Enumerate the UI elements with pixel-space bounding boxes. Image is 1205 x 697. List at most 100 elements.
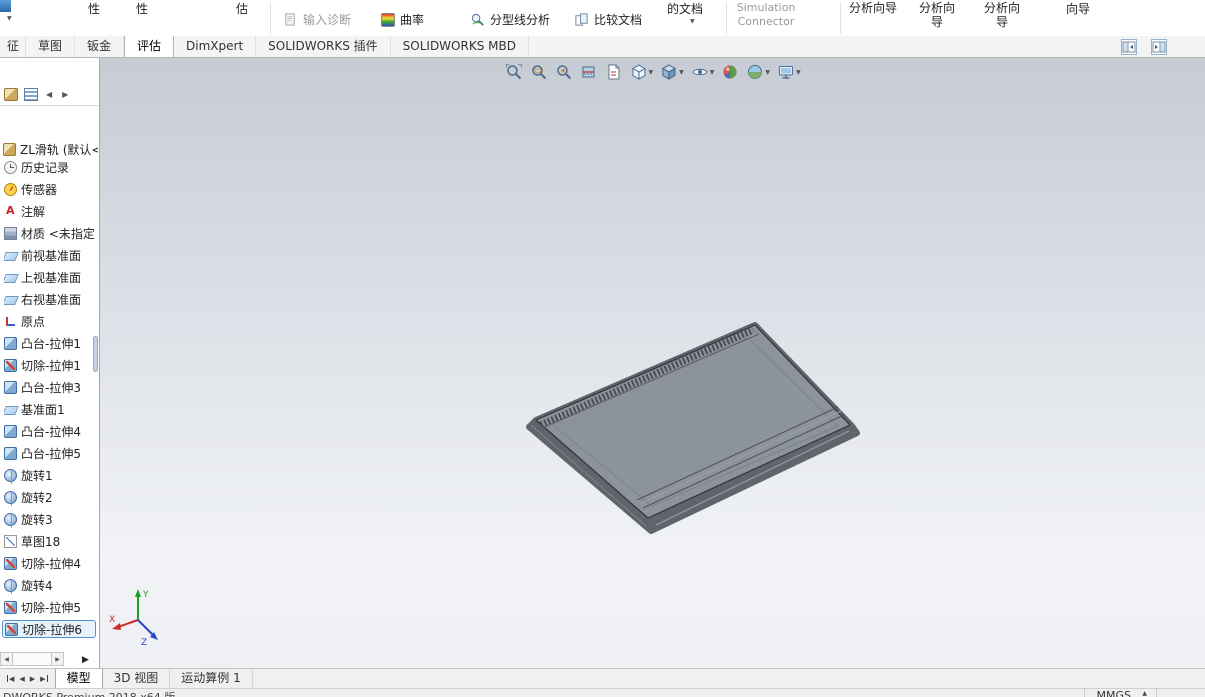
tab-solidworks-addins[interactable]: SOLIDWORKS 插件 — [256, 36, 391, 57]
tab-solidworks-mbd[interactable]: SOLIDWORKS MBD — [391, 36, 529, 57]
zoom-to-fit-button[interactable] — [504, 63, 522, 81]
compare-documents-button[interactable]: 比较文档 — [574, 11, 642, 28]
scroll-track[interactable] — [13, 652, 51, 666]
dropdown-caret-icon[interactable]: ▼ — [710, 69, 715, 76]
view-orientation-button[interactable]: ▼ — [629, 63, 653, 81]
tree-item[interactable]: 旋转2 — [4, 488, 98, 506]
ribbon-partial-label[interactable]: 性 — [136, 0, 148, 17]
view-settings-button[interactable]: ▼ — [777, 63, 801, 81]
ribbon-separator — [726, 2, 727, 34]
collapse-pane-button[interactable] — [1121, 39, 1137, 55]
import-diagnostics-button[interactable]: 输入诊断 — [283, 11, 351, 28]
feature-manager-panel: ◀ ▶ ZL滑轨 (默认<<! 历史记录 传感器 注解 材质 <未指定 前视基准… — [0, 58, 100, 668]
triad-x-label: X — [109, 615, 115, 625]
tree-root-item[interactable]: ZL滑轨 (默认<<! — [3, 141, 98, 158]
dropdown-caret-icon[interactable]: ▼ — [765, 69, 770, 76]
ribbon-dropdown-caret-icon[interactable]: ▼ — [7, 15, 12, 22]
units-caret-icon[interactable]: ▲ — [1142, 690, 1147, 697]
tab-sheet-metal[interactable]: 钣金 — [75, 36, 125, 57]
model-canvas[interactable] — [100, 58, 1205, 668]
display-style-button[interactable]: ▼ — [660, 63, 684, 81]
tab-dimxpert[interactable]: DimXpert — [174, 36, 257, 57]
tree-item[interactable]: 凸台-拉伸5 — [4, 444, 98, 462]
simulation-connector-button[interactable]: Simulation Connector — [733, 1, 799, 29]
curvature-button[interactable]: 曲率 — [381, 11, 424, 28]
scroll-left-icon[interactable]: ◀ — [0, 652, 13, 666]
zoom-to-fit-icon — [505, 64, 522, 80]
ribbon-separator — [840, 2, 841, 34]
panel-tab-scroll-right-icon[interactable]: ▶ — [60, 88, 70, 102]
tab-evaluate[interactable]: 评估 — [124, 36, 175, 57]
tree-item[interactable]: 旋转3 — [4, 510, 98, 528]
status-separator — [1084, 689, 1085, 697]
tree-item[interactable]: 切除-拉伸1 — [4, 356, 98, 374]
expand-pane-button[interactable] — [1151, 39, 1167, 55]
ribbon-partial-label[interactable]: 性 — [88, 0, 100, 17]
last-tab-button[interactable]: ▶ — [38, 670, 50, 688]
dropdown-caret-icon[interactable]: ▼ — [679, 69, 684, 76]
tree-item[interactable]: 历史记录 — [4, 158, 98, 176]
cut-extrude-icon — [4, 556, 17, 570]
tree-item[interactable]: 旋转1 — [4, 466, 98, 484]
tree-item[interactable]: 原点 — [4, 312, 98, 330]
unit-system-selector[interactable]: MMGS — [1097, 689, 1132, 697]
dropdown-caret-icon[interactable]: ▼ — [648, 69, 653, 76]
origin-icon — [4, 315, 17, 328]
panel-horizontal-scrollbar[interactable]: ◀ ▶ — [0, 652, 64, 666]
tree-item[interactable]: 凸台-拉伸3 — [4, 378, 98, 396]
panel-splitter-handle[interactable] — [93, 336, 98, 372]
apply-scene-icon — [748, 65, 763, 79]
tab-motion-study-1[interactable]: 运动算例 1 — [170, 669, 253, 688]
tree-item[interactable]: 草图18 — [4, 532, 98, 550]
analysis-wizard-button[interactable]: 分析向 导 — [912, 1, 962, 29]
scroll-right-icon[interactable]: ▶ — [51, 652, 64, 666]
graphics-viewport[interactable]: ▼ ▼ ▼ ▼ ▼ Y X Z — [100, 58, 1205, 668]
flyout-caret-icon[interactable]: ▼ — [690, 18, 695, 25]
ribbon-partial-label[interactable]: 的文档 — [667, 0, 703, 17]
tree-item[interactable]: 基准面1 — [4, 400, 98, 418]
section-view-button[interactable] — [579, 63, 597, 81]
cut-extrude-icon — [5, 622, 18, 636]
analysis-wizard-button[interactable]: 分析向 导 — [977, 1, 1027, 29]
tree-item-selected[interactable]: 切除-拉伸6 — [2, 620, 96, 638]
analysis-wizard-button[interactable]: 分析向导 — [845, 1, 901, 15]
tree-item[interactable]: 切除-拉伸4 — [4, 554, 98, 572]
previous-view-button[interactable] — [554, 63, 572, 81]
ribbon-partial-label[interactable]: 估 — [236, 0, 248, 17]
tree-item[interactable]: 材质 <未指定 — [4, 224, 98, 242]
display-pane-expand-icon[interactable]: ▶ — [82, 655, 89, 665]
displaymanager-tab-icon[interactable] — [24, 88, 38, 101]
prev-tab-button[interactable]: ◀ — [17, 670, 26, 688]
featuremanager-tree-tab-icon[interactable] — [4, 88, 18, 101]
rail-plate-model — [526, 322, 860, 534]
revolve-icon — [4, 512, 17, 528]
tree-item[interactable]: 旋转4 — [4, 576, 98, 594]
apply-scene-button[interactable]: ▼ — [746, 63, 770, 81]
edit-appearance-button[interactable] — [721, 63, 739, 81]
tree-item[interactable]: 前视基准面 — [4, 246, 98, 264]
tree-item[interactable]: 凸台-拉伸1 — [4, 334, 98, 352]
tab-sketch[interactable]: 草图 — [26, 36, 76, 57]
tab-3d-views[interactable]: 3D 视图 — [103, 669, 171, 688]
tree-item[interactable]: 右视基准面 — [4, 290, 98, 308]
annotation-view-button[interactable] — [604, 63, 622, 81]
panel-tab-scroll-left-icon[interactable]: ◀ — [44, 88, 54, 102]
tree-item[interactable]: 上视基准面 — [4, 268, 98, 286]
zoom-to-area-button[interactable] — [529, 63, 547, 81]
ribbon-partial-label[interactable]: 向导 — [1066, 0, 1090, 17]
view-settings-icon — [778, 66, 793, 79]
tab-model[interactable]: 模型 — [54, 669, 103, 688]
tree-item[interactable]: 传感器 — [4, 180, 98, 198]
compare-documents-icon — [574, 12, 589, 27]
boss-extrude-icon — [4, 380, 17, 394]
first-tab-button[interactable]: ◀ — [4, 670, 16, 688]
tree-item[interactable]: 凸台-拉伸4 — [4, 422, 98, 440]
tab-features[interactable]: 征 — [0, 36, 26, 57]
hide-show-items-button[interactable]: ▼ — [691, 63, 715, 81]
tree-item[interactable]: 注解 — [4, 202, 98, 220]
tree-item[interactable]: 切除-拉伸5 — [4, 598, 98, 616]
dropdown-caret-icon[interactable]: ▼ — [796, 69, 801, 76]
next-tab-button[interactable]: ▶ — [28, 670, 37, 688]
compare-documents-label: 比较文档 — [594, 13, 643, 27]
parting-line-analysis-button[interactable]: 分型线分析 — [470, 11, 550, 28]
